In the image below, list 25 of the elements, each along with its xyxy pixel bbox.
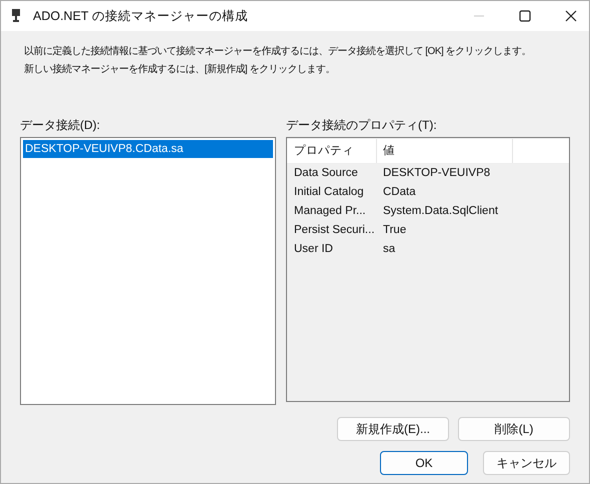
description-text: 以前に定義した接続情報に基づいて接続マネージャーを作成するには、データ接続を選択して [OK] をクリックします。 <box>24 44 532 59</box>
property-name: Data Source <box>293 166 359 181</box>
dialog-button[interactable]: キャンセル <box>483 451 570 475</box>
connections-list[interactable]: DESKTOP-VEUIVP8.CData.sa <box>20 137 276 405</box>
connection-item[interactable]: DESKTOP-VEUIVP8.CData.sa <box>23 140 273 158</box>
property-value: sa <box>382 242 396 257</box>
description-text: 新しい接続マネージャーを作成するには、[新規作成] をクリックします。 <box>24 62 335 77</box>
properties-label: データ接続のプロパティ(T): <box>286 117 438 134</box>
dialog-button[interactable]: OK <box>380 451 468 475</box>
dialog-button[interactable]: 新規作成(E)... <box>337 417 449 441</box>
property-value: CData <box>382 185 417 200</box>
property-value: System.Data.SqlClient <box>382 204 500 219</box>
property-name: User ID <box>293 242 334 257</box>
property-value: DESKTOP-VEUIVP8 <box>382 166 492 181</box>
property-name: Managed Pr... <box>293 204 367 219</box>
property-name: Initial Catalog <box>293 185 365 200</box>
column-header[interactable]: プロパティ <box>287 139 377 163</box>
window-title: ADO.NET の接続マネージャーの構成 <box>33 8 249 24</box>
property-name: Persist Securi... <box>293 223 376 238</box>
close-icon[interactable] <box>565 10 577 22</box>
property-value: True <box>382 223 408 238</box>
maximize-icon[interactable] <box>519 10 531 22</box>
dialog-button[interactable]: 削除(L) <box>458 417 570 441</box>
column-header[interactable]: 値 <box>377 139 513 163</box>
connections-label: データ接続(D): <box>20 117 101 134</box>
